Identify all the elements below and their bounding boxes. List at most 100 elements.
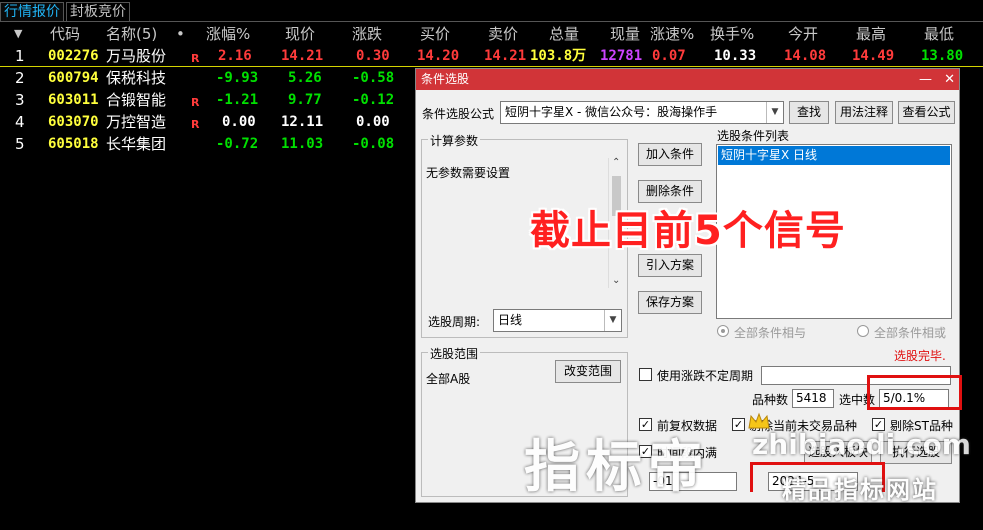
change: 0.00 bbox=[356, 114, 390, 130]
change: -0.58 bbox=[352, 70, 395, 86]
ask: 14.21 bbox=[484, 48, 527, 64]
formula-select[interactable]: 短阴十字星X - 微信公众号：股海操作手 ▼ bbox=[500, 101, 784, 124]
header-volume[interactable]: 总量 bbox=[549, 23, 579, 45]
change-range-button[interactable]: 改变范围 bbox=[555, 360, 621, 383]
stock-name: 保税科技 bbox=[106, 69, 167, 87]
stock-name: 合锻智能 bbox=[106, 91, 167, 109]
header-open[interactable]: 今开 bbox=[788, 23, 818, 45]
calc-params-title: 计算参数 bbox=[428, 132, 481, 149]
header-speed[interactable]: 涨速% bbox=[650, 23, 694, 45]
row-index: 2 bbox=[15, 69, 25, 87]
list-item[interactable]: 短阴十字星X 日线 bbox=[718, 146, 950, 165]
header-name[interactable]: 名称(5) bbox=[106, 23, 157, 45]
range-title: 选股范围 bbox=[428, 345, 481, 362]
price: 14.21 bbox=[281, 48, 324, 64]
radio-or[interactable] bbox=[857, 325, 869, 337]
price: 5.26 bbox=[288, 70, 322, 86]
row-index: 1 bbox=[15, 47, 25, 65]
stock-name: 万马股份 bbox=[106, 47, 167, 65]
chevron-down-icon: ▼ bbox=[604, 310, 621, 331]
price: 9.77 bbox=[288, 92, 322, 108]
row-index: 5 bbox=[15, 135, 25, 153]
stock-code: 002276 bbox=[48, 48, 99, 64]
dialog-title: 条件选股 bbox=[421, 72, 470, 86]
count-field: 5418 bbox=[792, 389, 834, 408]
price: 12.11 bbox=[281, 114, 324, 130]
header-code[interactable]: 代码 bbox=[50, 23, 80, 45]
tab-limit-bidding[interactable]: 封板竞价 bbox=[66, 2, 130, 21]
add-condition-button[interactable]: 加入条件 bbox=[638, 143, 702, 166]
scroll-up-icon[interactable]: ⌃ bbox=[612, 157, 620, 168]
stock-name: 长华集团 bbox=[106, 135, 167, 153]
usage-notes-button[interactable]: 用法注释 bbox=[835, 101, 893, 124]
change: -0.12 bbox=[352, 92, 395, 108]
radio-or-label: 全部条件相或 bbox=[874, 326, 947, 340]
bid: 14.20 bbox=[417, 48, 460, 64]
formula-label: 条件选股公式 bbox=[422, 107, 495, 121]
market-tabbar: 行情报价 封板竞价 bbox=[0, 0, 983, 22]
header-bid[interactable]: 买价 bbox=[420, 23, 450, 45]
sort-arrow-icon[interactable]: ▼ bbox=[14, 23, 22, 45]
annotation-text: 截止目前5个信号 bbox=[530, 208, 846, 254]
radio-and-label: 全部条件相与 bbox=[734, 326, 807, 340]
header-cur-volume[interactable]: 现量 bbox=[610, 23, 640, 45]
header-low[interactable]: 最低 bbox=[924, 23, 954, 45]
change: 0.30 bbox=[356, 48, 390, 64]
header-turnover[interactable]: 换手% bbox=[710, 23, 754, 45]
header-high[interactable]: 最高 bbox=[856, 23, 886, 45]
count-label: 品种数 bbox=[752, 393, 789, 407]
import-plan-button[interactable]: 引入方案 bbox=[638, 254, 702, 277]
view-formula-button[interactable]: 查看公式 bbox=[898, 101, 955, 124]
high: 14.49 bbox=[852, 48, 895, 64]
status-text: 选股完毕. bbox=[894, 349, 946, 363]
find-button[interactable]: 查找 bbox=[789, 101, 829, 124]
uncertain-period-label: 使用涨跌不定周期 bbox=[657, 369, 754, 383]
low: 13.80 bbox=[921, 48, 964, 64]
table-row[interactable]: 1 002276 万马股份 R 2.16 14.21 0.30 14.20 14… bbox=[0, 45, 983, 67]
uncertain-period-checkbox[interactable] bbox=[639, 368, 652, 381]
volume: 103.8万 bbox=[530, 48, 587, 64]
open: 14.08 bbox=[784, 48, 827, 64]
header-change-pct[interactable]: 涨幅% bbox=[206, 23, 250, 45]
chevron-down-icon: ▼ bbox=[766, 102, 783, 123]
stock-name: 万控智造 bbox=[106, 113, 167, 131]
change-pct: -1.21 bbox=[216, 92, 259, 108]
period-label: 选股周期: bbox=[428, 315, 481, 329]
scroll-down-icon[interactable]: ⌄ bbox=[612, 275, 620, 286]
radio-and[interactable] bbox=[717, 325, 729, 337]
change-pct: -9.93 bbox=[216, 70, 259, 86]
quote-table-header: ▼ 代码 名称(5) • 涨幅% 现价 涨跌 买价 卖价 总量 现量 涨速% 换… bbox=[0, 23, 983, 45]
stock-code: 603070 bbox=[48, 114, 99, 130]
watermark-subtitle: 精品指标网站 bbox=[782, 476, 938, 504]
change-pct: -0.72 bbox=[216, 136, 259, 152]
row-index: 3 bbox=[15, 91, 25, 109]
formula-value: 短阴十字星X - 微信公众号：股海操作手 bbox=[505, 105, 718, 119]
period-value: 日线 bbox=[498, 313, 523, 327]
minimize-icon[interactable]: — bbox=[919, 72, 932, 87]
turnover: 10.33 bbox=[714, 48, 757, 64]
period-select[interactable]: 日线 ▼ bbox=[493, 309, 622, 332]
condition-list-title: 选股条件列表 bbox=[717, 129, 790, 143]
header-ask[interactable]: 卖价 bbox=[488, 23, 518, 45]
stock-code: 603011 bbox=[48, 92, 99, 108]
highlight-box bbox=[867, 375, 962, 410]
cur-volume: 12781 bbox=[600, 48, 643, 64]
stock-code: 605018 bbox=[48, 136, 99, 152]
price: 11.03 bbox=[281, 136, 324, 152]
change-pct: 0.00 bbox=[222, 114, 256, 130]
save-plan-button[interactable]: 保存方案 bbox=[638, 291, 702, 314]
row-index: 4 bbox=[15, 113, 25, 131]
close-icon[interactable]: ✕ bbox=[944, 72, 955, 87]
header-change[interactable]: 涨跌 bbox=[352, 23, 382, 45]
header-price[interactable]: 现价 bbox=[285, 23, 315, 45]
stock-code: 600794 bbox=[48, 70, 99, 86]
no-params-text: 无参数需要设置 bbox=[426, 166, 511, 180]
dialog-title-bar[interactable]: 条件选股 — ✕ bbox=[416, 69, 959, 90]
watermark-url: zhibiaodi.com bbox=[752, 428, 971, 461]
exclude-untraded-checkbox[interactable]: ✓ bbox=[732, 418, 745, 431]
header-dot: • bbox=[176, 25, 185, 43]
speed: 0.07 bbox=[652, 48, 686, 64]
range-value: 全部A股 bbox=[426, 372, 471, 386]
watermark-logo: 指标帝 bbox=[524, 435, 710, 500]
tab-quotes[interactable]: 行情报价 bbox=[0, 2, 64, 21]
